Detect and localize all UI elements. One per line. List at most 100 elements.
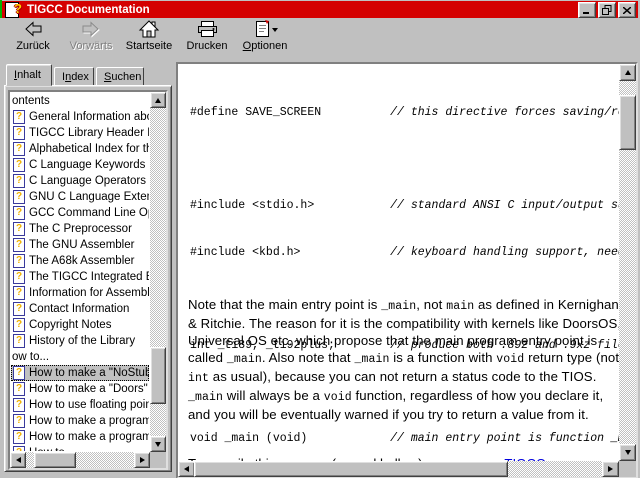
code-line: #include <kbd.h> // keyboard handling su… [190, 245, 619, 261]
tree-item-label: The TIGCC Integrated Er [29, 271, 149, 283]
body-paragraph: Note that the main entry point is _main,… [188, 296, 619, 423]
tree-item[interactable]: ontents [11, 93, 149, 109]
tree-item-label: C Language Keywords [29, 159, 146, 171]
topic-icon: ? [13, 110, 25, 124]
back-button-label: Zurück [16, 40, 50, 52]
contents-tab-page: ontents ? General Information abou ? TIGCC… [4, 85, 172, 472]
inline-code: void [323, 391, 352, 404]
tree-item[interactable]: ? How to make a "Doors" ( [11, 381, 149, 397]
tree-item[interactable]: ? GNU C Language Extens [11, 189, 149, 205]
content-horizontal-scrollbar[interactable] [178, 461, 619, 477]
toc-vertical-scrollbar[interactable] [150, 92, 166, 452]
topic-icon: ? [13, 190, 25, 204]
topic-icon: ? [13, 398, 25, 412]
toc-horizontal-scrollbar[interactable] [10, 452, 150, 468]
scroll-thumb[interactable] [150, 347, 166, 404]
code-line: void _main (void) // main entry point is… [190, 431, 619, 447]
tree-item[interactable]: ? TIGCC Library Header Fil [11, 125, 149, 141]
scroll-up-button[interactable] [150, 92, 166, 108]
print-button[interactable]: Drucken [178, 18, 236, 59]
inline-code: main [446, 300, 475, 313]
tree-item[interactable]: ? C Language Keywords [11, 157, 149, 173]
topic-icon: ? [13, 126, 25, 140]
paragraph-text: return type (not [524, 350, 619, 365]
tree-item[interactable]: ? Information for Assembly I [11, 285, 149, 301]
tree-item-label: GCC Command Line Opti [29, 207, 149, 219]
tab-suchen[interactable]: Suchen [96, 67, 144, 86]
back-button[interactable]: Zurück [4, 18, 62, 59]
code-comment: // keyboard handling support, need [390, 245, 619, 259]
scroll-down-button[interactable] [619, 444, 636, 461]
scroll-left-button[interactable] [178, 461, 195, 477]
left-arrow-icon [184, 466, 189, 472]
topic-icon: ? [13, 158, 25, 172]
code-text: void _main (void) [190, 431, 391, 445]
tree-item[interactable]: ? How to use floating point [11, 397, 149, 413]
tree-item[interactable]: ? Copyright Notes [11, 317, 149, 333]
paragraph-text: as usual), because you can not return a … [209, 369, 597, 384]
forward-arrow-icon [82, 21, 100, 38]
scroll-right-button[interactable] [602, 461, 619, 477]
tree-item-selected[interactable]: ? How to make a "NoStub" [11, 365, 149, 381]
tree-item[interactable]: ? Contact Information [11, 301, 149, 317]
tree-item[interactable]: ? How to [11, 445, 149, 451]
minimize-button[interactable] [578, 2, 596, 18]
left-arrow-icon [15, 457, 21, 463]
help-file-icon: ? [5, 1, 22, 18]
tree-item[interactable]: ? Alphabetical Index for the [11, 141, 149, 157]
scroll-down-button[interactable] [150, 436, 166, 452]
restore-button[interactable] [598, 2, 616, 18]
tab-index[interactable]: Index [54, 67, 94, 86]
scroll-up-button[interactable] [619, 64, 636, 81]
tree-item[interactable]: ? The GNU Assembler [11, 237, 149, 253]
code-text: #include <kbd.h> [190, 245, 391, 259]
tree-item-label: General Information abou [29, 111, 149, 123]
options-page-icon [255, 20, 278, 37]
tree-item[interactable]: ? The A68k Assembler [11, 253, 149, 269]
scroll-left-button[interactable] [10, 452, 26, 468]
options-rest: ptionen [251, 40, 288, 52]
window-title: TIGCC Documentation [27, 3, 150, 16]
forward-button-label: Vorwärts [69, 40, 113, 52]
content-vertical-scrollbar[interactable] [619, 64, 636, 461]
tree-item[interactable]: ? History of the Library [11, 333, 149, 349]
topic-icon: ? [13, 366, 25, 380]
scroll-right-button[interactable] [134, 452, 150, 468]
navigation-pane: Inhalt Index Suchen ontents ? General Inf… [4, 62, 172, 472]
toc-listbox: ontents ? General Information abou ? TIGCC… [8, 90, 168, 470]
topic-content: #define SAVE_SCREEN // this directive fo… [178, 64, 619, 461]
tree-item[interactable]: ? C Language Operators & [11, 173, 149, 189]
tree-item[interactable]: ? The C Preprocessor [11, 221, 149, 237]
topic-icon: ? [13, 382, 25, 396]
forward-button[interactable]: Vorwärts [62, 18, 120, 59]
tree-item[interactable]: ow to... [11, 349, 149, 365]
back-arrow-icon [25, 21, 42, 37]
up-arrow-icon [624, 70, 631, 75]
scroll-thumb[interactable] [34, 452, 76, 468]
up-arrow-icon [155, 97, 161, 103]
paragraph-text: . Also note that [261, 350, 355, 365]
tree-item-label: ontents [12, 95, 50, 107]
inline-code: void [496, 353, 525, 366]
tab-inhalt[interactable]: Inhalt [6, 64, 52, 86]
tree-item[interactable]: ? How to make a program w [11, 429, 149, 445]
topic-icon: ? [13, 254, 25, 268]
tree-item-label: Alphabetical Index for the [29, 143, 149, 155]
topic-icon: ? [13, 238, 25, 252]
tree-item[interactable]: ? How to make a program w [11, 413, 149, 429]
scroll-thumb[interactable] [619, 95, 636, 150]
options-button[interactable]: Optionen [236, 18, 294, 59]
tree-item[interactable]: ? General Information abou [11, 109, 149, 125]
topic-content-panel: #define SAVE_SCREEN // this directive fo… [176, 62, 638, 479]
close-button[interactable] [618, 2, 636, 18]
tree-item[interactable]: ? The TIGCC Integrated Er [11, 269, 149, 285]
code-comment: // this directive forces saving/re [390, 106, 619, 119]
topic-icon: ? [13, 318, 25, 332]
scroll-thumb[interactable] [194, 461, 508, 477]
tree-item-label: How to make a "NoStub" [29, 367, 149, 379]
inline-code: _main [188, 391, 224, 404]
home-button[interactable]: Startseite [120, 18, 178, 59]
tree-item-label: Contact Information [29, 303, 130, 315]
tree-item[interactable]: ? GCC Command Line Opti [11, 205, 149, 221]
tab-inhalt-label: nhalt [17, 69, 41, 81]
